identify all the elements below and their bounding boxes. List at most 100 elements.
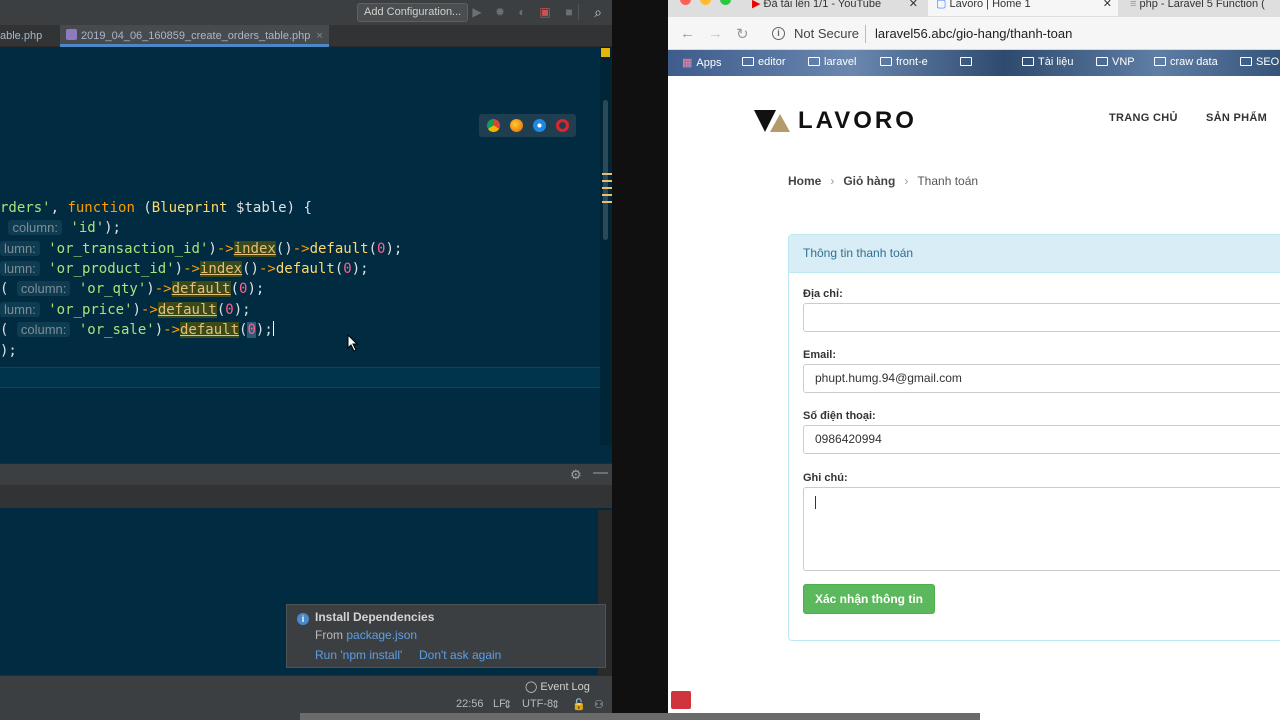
code-line: lumn: 'or_price')->default(0); [0, 300, 251, 320]
notification-title: Install Dependencies [315, 610, 435, 624]
security-indicator[interactable]: Not Secure [794, 26, 859, 41]
stripe-mark[interactable] [602, 201, 612, 203]
email-label: Email: [803, 349, 837, 361]
bookmark-label: VNP [1112, 56, 1135, 68]
bookmark-label: laravel [824, 56, 857, 68]
stripe-mark[interactable] [602, 180, 612, 182]
param-hint: column: [16, 322, 71, 337]
tab-title: Đã tải lên 1/1 - YouTube [763, 0, 882, 10]
bookmark-label: craw data [1170, 56, 1218, 68]
bookmark-craw-data[interactable]: craw data [1154, 56, 1218, 68]
bookmark-front-e[interactable]: front-e [880, 56, 928, 68]
bookmark-label: Tài liệu [1038, 56, 1074, 68]
nav-home[interactable]: TRANG CHỦ [1109, 112, 1178, 124]
bookmark-label: SEO [1256, 56, 1280, 68]
info-icon: i [297, 613, 309, 625]
search-icon[interactable]: ⌕ [591, 5, 605, 19]
ide-window: Add Configuration... ▶ ✹ ◐ ▣ ■ ⌕ able.ph… [0, 0, 612, 720]
profile-icon[interactable]: ▣ [538, 5, 552, 19]
breadcrumb-home[interactable]: Home [788, 174, 821, 188]
nav-products[interactable]: SẢN PHẨM [1206, 112, 1267, 124]
minimize-window-icon[interactable] [700, 0, 711, 5]
close-icon[interactable]: ✕ [1103, 0, 1112, 12]
address-toolbar: ← → ↻ i Not Secure laravel56.abc/gio-han… [668, 17, 1280, 50]
tab-create-orders-table[interactable]: 2019_04_06_160859_create_orders_table.ph… [60, 25, 329, 47]
window-gap [612, 0, 668, 720]
event-log-icon: ◯ [525, 681, 538, 693]
bookmark-folder[interactable] [960, 56, 976, 68]
safari-icon[interactable] [533, 119, 546, 132]
stripe-mark[interactable] [602, 194, 612, 196]
caret-position[interactable]: 22:56 [456, 698, 484, 710]
app-dock-icon[interactable] [671, 691, 691, 709]
bookmark-tai-lieu[interactable]: Tài liệu [1022, 56, 1073, 68]
bookmark-seo[interactable]: SEO [1240, 56, 1279, 68]
url-field[interactable]: laravel56.abc/gio-hang/thanh-toan [875, 26, 1072, 41]
note-textarea[interactable]: ◢ [803, 487, 1280, 571]
tab-label: able.php [0, 30, 43, 42]
close-icon[interactable]: ✕ [909, 0, 918, 12]
info-icon[interactable]: i [772, 27, 785, 40]
code-line: ( column: 'or_sale')->default(0); [0, 321, 274, 338]
bookmark-apps[interactable]: ▦ Apps [682, 56, 721, 69]
tool-window-toolbar [0, 485, 612, 508]
stop-icon[interactable]: ■ [562, 5, 576, 19]
text-caret [272, 321, 274, 336]
phone-field[interactable]: 0986420994 [803, 425, 1280, 454]
folder-icon [1154, 57, 1166, 66]
event-log-button[interactable]: ◯ Event Log [525, 680, 590, 693]
editor-scrollbar[interactable] [603, 100, 608, 240]
event-log-label: Event Log [540, 681, 590, 693]
bookmark-vnp[interactable]: VNP [1096, 56, 1135, 68]
browser-tab-youtube[interactable]: ▶ Đã tải lên 1/1 - YouTube ✕ [744, 0, 924, 16]
browser-tab-lavoro[interactable]: ▢ Lavoro | Home 1 ✕ [928, 0, 1118, 16]
close-icon[interactable]: × [316, 30, 322, 42]
inspection-status-icon[interactable] [601, 48, 610, 57]
param-hint: lumn: [0, 261, 40, 276]
email-field[interactable]: phupt.humg.94@gmail.com [803, 364, 1280, 393]
inspector-icon[interactable]: ⚇ [594, 698, 604, 711]
close-window-icon[interactable] [680, 0, 691, 5]
chevron-icon: ⇕ [503, 699, 513, 711]
forward-icon[interactable]: → [708, 25, 723, 42]
stackoverflow-icon: ≡ [1130, 0, 1137, 10]
bookmark-laravel[interactable]: laravel [808, 56, 856, 68]
bookmark-editor[interactable]: editor [742, 56, 786, 68]
ide-toolbar: Add Configuration... ▶ ✹ ◐ ▣ ■ ⌕ [0, 0, 612, 25]
chrome-icon[interactable] [487, 119, 500, 132]
debug-icon[interactable]: ✹ [493, 5, 507, 19]
code-editor[interactable]: rders', function (Blueprint $table) { co… [0, 47, 600, 445]
opera-icon[interactable] [556, 119, 569, 132]
gear-icon[interactable]: ⚙ [570, 467, 582, 483]
coverage-icon[interactable]: ◐ [515, 5, 529, 19]
run-npm-install-link[interactable]: Run 'npm install' [315, 648, 402, 662]
back-icon[interactable]: ← [680, 25, 695, 42]
package-json-link[interactable]: package.json [346, 628, 417, 642]
stripe-mark[interactable] [602, 173, 612, 175]
browser-tab-stackoverflow[interactable]: ≡ php - Laravel 5 Function ( [1122, 0, 1280, 16]
code-line: ( column: 'or_qty')->default(0); [0, 281, 265, 297]
folder-icon [880, 57, 892, 66]
firefox-icon[interactable] [510, 119, 523, 132]
run-icon[interactable]: ▶ [470, 5, 484, 19]
page-icon: ▢ [936, 0, 947, 10]
dont-ask-again-link[interactable]: Don't ask again [419, 648, 501, 662]
tab-able-php[interactable]: able.php [0, 25, 48, 47]
confirm-info-button[interactable]: Xác nhận thông tin [803, 584, 935, 614]
address-field[interactable] [803, 303, 1280, 332]
breadcrumb-cart[interactable]: Giỏ hàng [843, 174, 895, 188]
zoom-window-icon[interactable] [720, 0, 731, 5]
param-hint: lumn: [0, 241, 40, 256]
folder-icon [808, 57, 820, 66]
file-encoding[interactable]: UTF-8 [522, 698, 553, 710]
address-label: Địa chỉ: [803, 288, 843, 300]
minimize-icon[interactable]: — [593, 464, 608, 481]
folder-icon [1240, 57, 1252, 66]
add-configuration-button[interactable]: Add Configuration... [357, 3, 469, 22]
reload-icon[interactable]: ↻ [736, 25, 749, 43]
lock-icon[interactable]: 🔓 [572, 698, 586, 711]
tab-label: 2019_04_06_160859_create_orders_table.ph… [81, 30, 311, 42]
stripe-mark[interactable] [602, 187, 612, 189]
site-logo[interactable]: LAVORO [798, 107, 917, 135]
param-hint: column: [16, 281, 71, 296]
